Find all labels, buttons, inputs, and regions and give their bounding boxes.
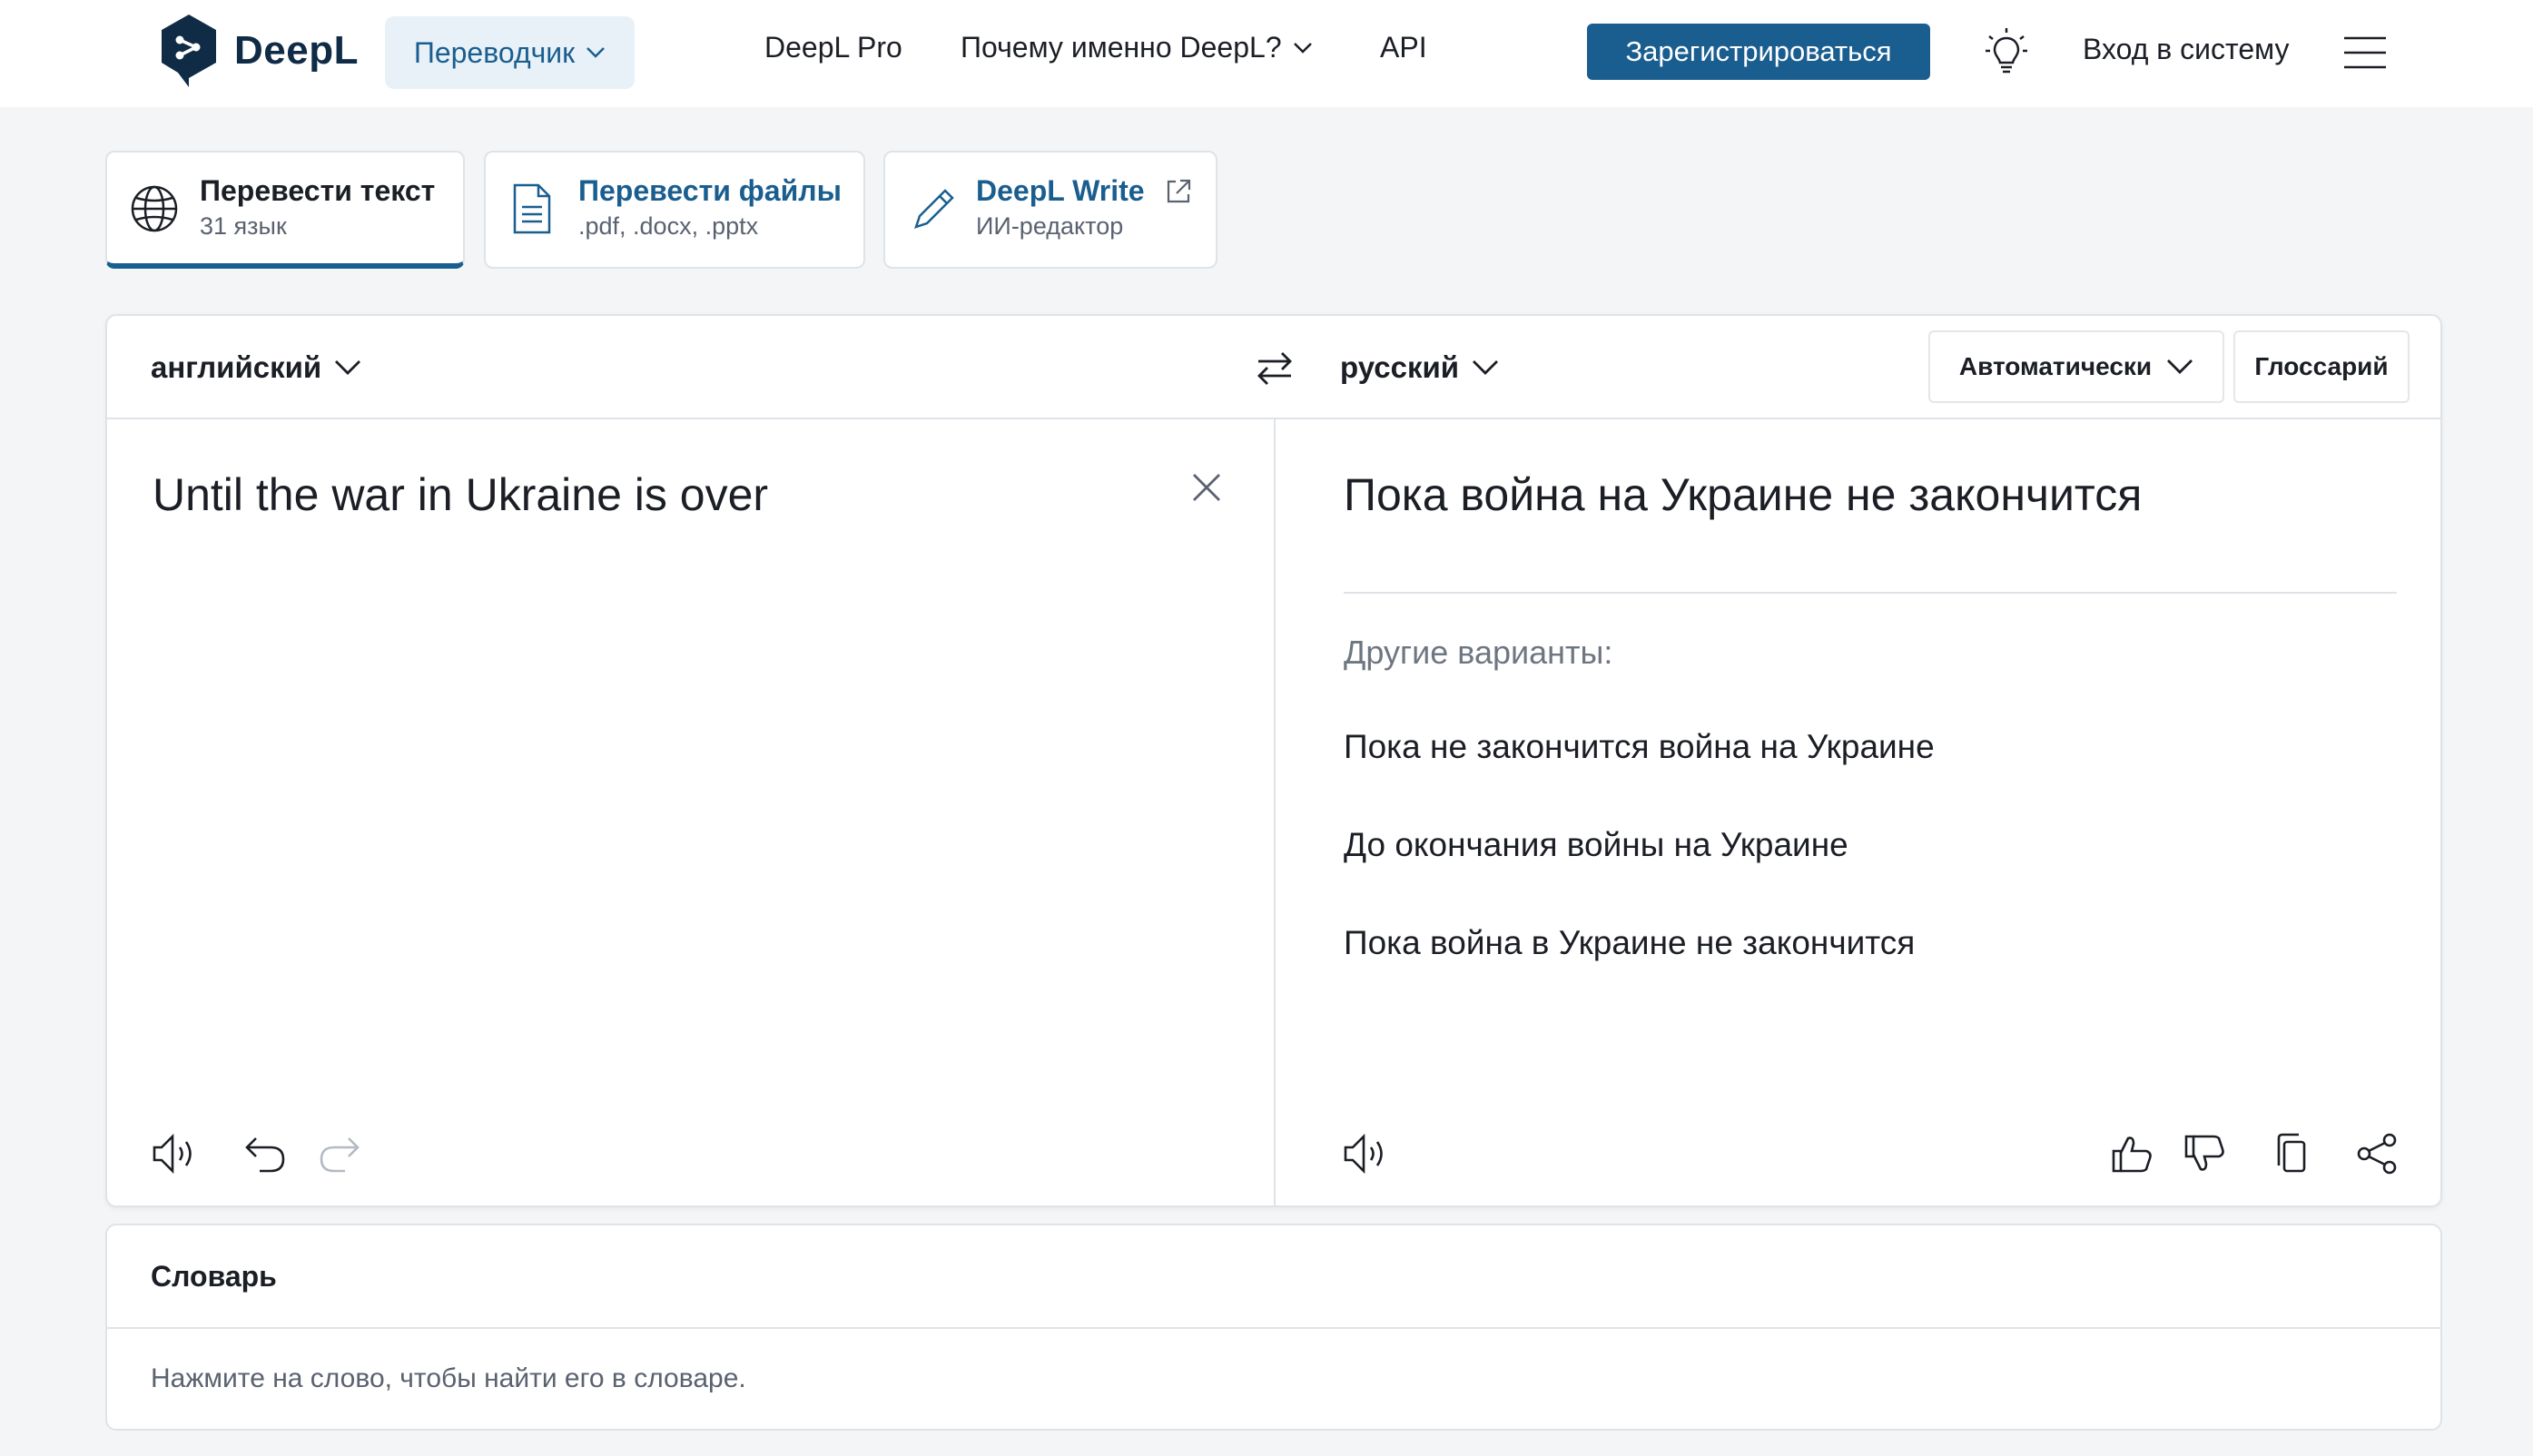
deepl-logo-icon (162, 15, 216, 87)
language-bar: английский русский Автоматически Глоссар… (107, 316, 2440, 419)
target-language-label: русский (1340, 350, 1460, 384)
translator-menu-button[interactable]: Переводчик (385, 16, 635, 89)
alternatives-heading: Другие варианты: (1344, 634, 1613, 671)
formality-dropdown[interactable]: Автоматически (1928, 330, 2224, 403)
alternative-item[interactable]: Пока война в Украине не закончится (1344, 924, 1915, 962)
dictionary-title: Словарь (151, 1260, 277, 1293)
undo-icon[interactable] (241, 1131, 291, 1176)
clear-text-icon[interactable] (1189, 470, 1224, 505)
nav-deepl-pro-label: DeepL Pro (764, 31, 902, 64)
redo-icon[interactable] (314, 1131, 363, 1176)
translator-menu-label: Переводчик (413, 35, 576, 69)
panel-divider (1274, 419, 1276, 1207)
globe-icon (131, 185, 178, 232)
glossary-button[interactable]: Глоссарий (2233, 330, 2410, 403)
document-icon (513, 183, 551, 234)
register-button[interactable]: Зарегистрироваться (1587, 24, 1930, 80)
chevron-down-icon (335, 360, 361, 375)
dictionary-header: Словарь (107, 1225, 2440, 1329)
tab-deepl-write-title: DeepL Write (976, 174, 1145, 207)
brand-name: DeepL (234, 28, 359, 73)
hamburger-menu-icon[interactable] (2344, 34, 2386, 71)
chevron-down-icon (1473, 360, 1499, 375)
tab-deepl-write[interactable]: DeepL Write ИИ-редактор (883, 151, 1217, 269)
tab-translate-files[interactable]: Перевести файлы .pdf, .docx, .pptx (484, 151, 865, 269)
login-link[interactable]: Вход в систему (2083, 33, 2290, 66)
source-text-input[interactable]: Until the war in Ukraine is over (153, 468, 768, 521)
pencil-icon (914, 189, 954, 229)
copy-icon[interactable] (2268, 1131, 2317, 1176)
dictionary-hint: Нажмите на слово, чтобы найти его в слов… (151, 1363, 746, 1393)
nav-api-label: API (1380, 31, 1427, 64)
top-navigation-bar: DeepL Переводчик DeepL Pro Почему именно… (0, 0, 2533, 107)
dictionary-panel: Словарь Нажмите на слово, чтобы найти ег… (105, 1224, 2442, 1431)
tab-translate-files-title: Перевести файлы (578, 174, 842, 207)
source-language-selector[interactable]: английский (151, 350, 361, 385)
chevron-down-icon (2167, 359, 2193, 374)
tab-deepl-write-subtitle: ИИ-редактор (976, 212, 1124, 240)
thumbs-down-icon[interactable] (2181, 1131, 2230, 1176)
alternatives-divider (1344, 592, 2397, 594)
nav-why-deepl-label: Почему именно DeepL? (961, 31, 1282, 64)
external-link-icon (1167, 179, 1191, 203)
translator-panel: английский русский Автоматически Глоссар… (105, 314, 2442, 1207)
speaker-icon[interactable] (1342, 1131, 1391, 1176)
lightbulb-icon[interactable] (1985, 27, 2028, 74)
tab-translate-text-subtitle: 31 язык (200, 212, 287, 240)
nav-deepl-pro-link[interactable]: DeepL Pro (764, 31, 902, 64)
deepl-logo[interactable]: DeepL (158, 13, 359, 89)
nav-api-link[interactable]: API (1380, 31, 1427, 64)
alternative-item[interactable]: Пока не закончится война на Украине (1344, 728, 1935, 766)
share-icon[interactable] (2353, 1131, 2402, 1176)
chevron-down-icon (586, 47, 606, 58)
thumbs-up-icon[interactable] (2108, 1131, 2157, 1176)
translation-output[interactable]: Пока война на Украине не закончится (1344, 468, 2142, 521)
source-language-label: английский (151, 350, 322, 384)
formality-label: Автоматически (1958, 352, 2153, 380)
alternative-item[interactable]: До окончания войны на Украине (1344, 826, 1848, 864)
target-language-selector[interactable]: русский (1340, 350, 1499, 385)
chevron-down-icon (1293, 42, 1312, 54)
speaker-icon[interactable] (151, 1131, 200, 1176)
swap-languages-icon[interactable] (1253, 349, 1296, 389)
tab-translate-text-title: Перевести текст (200, 174, 436, 207)
nav-why-deepl-menu[interactable]: Почему именно DeepL? (961, 31, 1313, 64)
tab-translate-text[interactable]: Перевести текст 31 язык (105, 151, 465, 269)
tab-translate-files-subtitle: .pdf, .docx, .pptx (578, 212, 759, 240)
